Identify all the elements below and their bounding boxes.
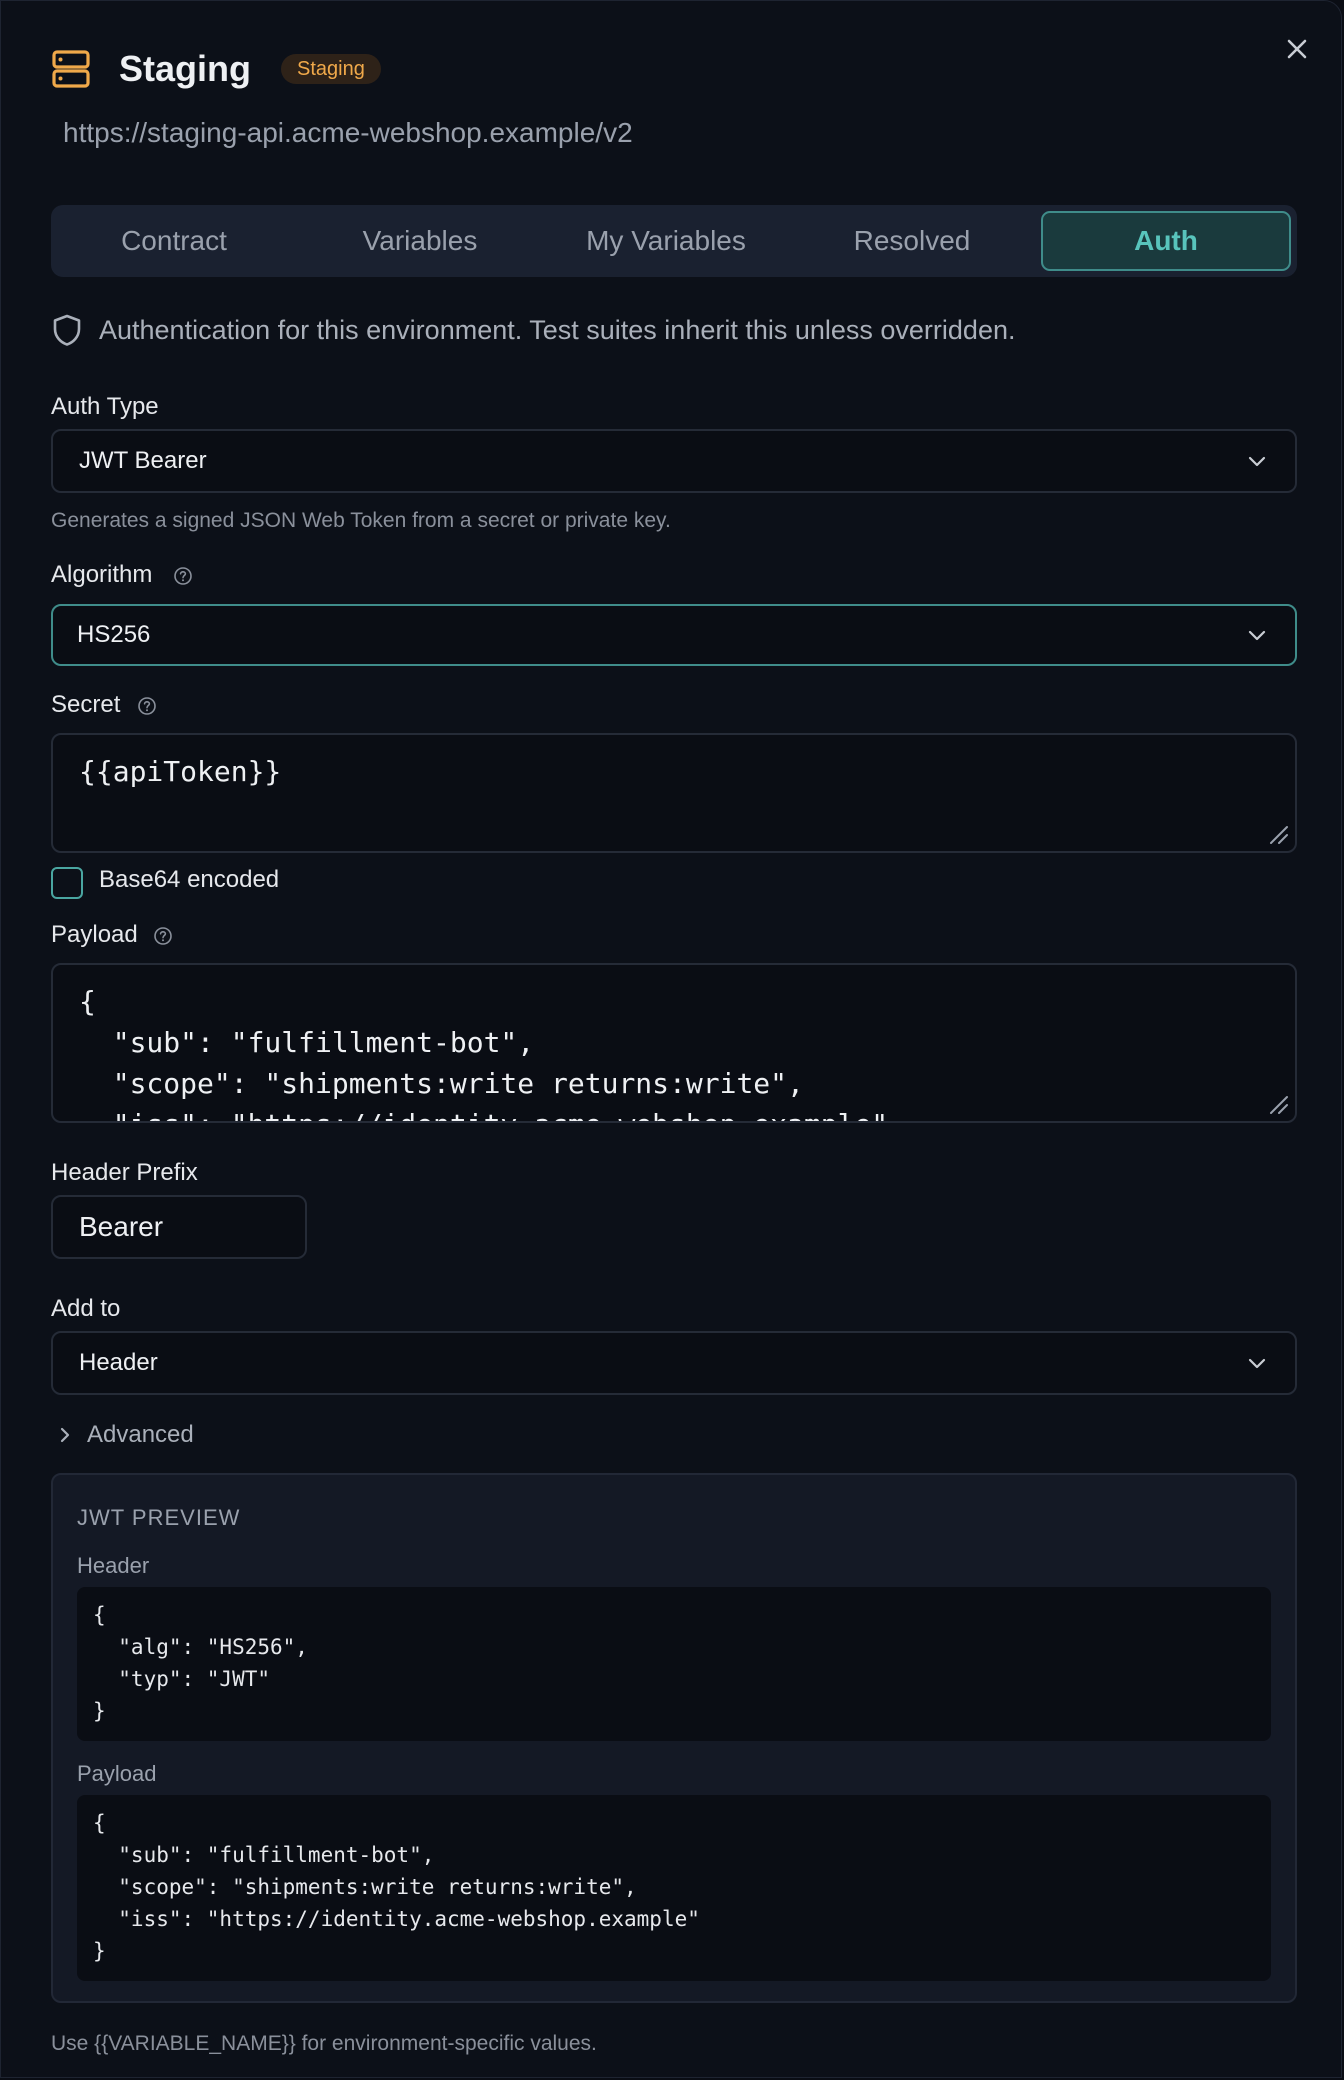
auth-type-hint: Generates a signed JSON Web Token from a…	[51, 509, 671, 532]
footer-hint: Use {{VARIABLE_NAME}} for environment-sp…	[51, 2032, 597, 2055]
preview-title: JWT PREVIEW	[77, 1505, 241, 1530]
payload-line: "sub": "fulfillment-bot",	[79, 1026, 535, 1059]
tab-auth[interactable]: Auth	[1041, 211, 1291, 271]
payload-line: "iss": "https://identity.acme-webshop.ex…	[79, 1104, 888, 1121]
code-line: {	[93, 1811, 106, 1835]
auth-type-value: JWT Bearer	[79, 447, 207, 474]
auth-type-select[interactable]: JWT Bearer	[51, 429, 1297, 493]
preview-payload-label: Payload	[77, 1761, 157, 1786]
preview-payload-code: { "sub": "fulfillment-bot", "scope": "sh…	[77, 1795, 1271, 1981]
code-line: }	[93, 1939, 106, 1963]
preview-header-content: { "alg": "HS256", "typ": "JWT" }	[93, 1599, 308, 1727]
environment-title: Staging	[119, 48, 251, 89]
secret-value: {{apiToken}}	[79, 755, 282, 788]
chevron-down-icon	[1248, 630, 1266, 641]
code-line: "iss": "https://identity.acme-webshop.ex…	[93, 1907, 700, 1931]
help-icon[interactable]	[173, 566, 193, 586]
resize-handle-icon[interactable]	[1267, 1093, 1289, 1115]
code-line: "typ": "JWT"	[93, 1667, 271, 1691]
payload-content: { "sub": "fulfillment-bot", "scope": "sh…	[79, 981, 888, 1121]
add-to-value: Header	[79, 1349, 158, 1376]
environment-badge: Staging	[281, 54, 381, 84]
header-prefix-value: Bearer	[79, 1211, 164, 1242]
environment-url: https://staging-api.acme-webshop.example…	[63, 117, 633, 148]
resize-handle-icon[interactable]	[1267, 823, 1289, 845]
advanced-toggle[interactable]: Advanced	[51, 1417, 251, 1453]
chevron-right-icon	[60, 1427, 70, 1443]
jwt-preview: JWT PREVIEW Header { "alg": "HS256", "ty…	[51, 1473, 1297, 2003]
payload-label: Payload	[51, 921, 138, 948]
tab-variables[interactable]: Variables	[303, 211, 537, 271]
close-icon[interactable]	[1279, 31, 1315, 67]
payload-textarea[interactable]: { "sub": "fulfillment-bot", "scope": "sh…	[51, 963, 1297, 1123]
chevron-down-icon	[1248, 456, 1266, 467]
code-line: "sub": "fulfillment-bot",	[93, 1843, 435, 1867]
tab-bar: Contract Variables My Variables Resolved…	[51, 205, 1297, 277]
secret-textarea[interactable]: {{apiToken}}	[51, 733, 1297, 853]
header-prefix-label: Header Prefix	[51, 1159, 198, 1186]
server-icon	[52, 50, 90, 88]
add-to-label: Add to	[51, 1295, 121, 1322]
tab-contract[interactable]: Contract	[57, 211, 291, 271]
header-prefix-input[interactable]: Bearer	[51, 1195, 307, 1259]
chevron-down-icon	[1248, 1358, 1266, 1369]
preview-payload-content: { "sub": "fulfillment-bot", "scope": "sh…	[93, 1807, 700, 1967]
base64-checkbox[interactable]	[51, 867, 83, 899]
payload-line: "scope": "shipments:write returns:write"…	[79, 1067, 804, 1100]
auth-type-label: Auth Type	[51, 393, 159, 420]
tab-my-variables[interactable]: My Variables	[549, 211, 783, 271]
algorithm-label: Algorithm	[51, 561, 153, 588]
auth-note: Authentication for this environment. Tes…	[99, 315, 1016, 345]
advanced-label: Advanced	[87, 1421, 194, 1448]
code-line: "scope": "shipments:write returns:write"…	[93, 1875, 637, 1899]
code-line: {	[93, 1603, 106, 1627]
secret-label: Secret	[51, 691, 121, 718]
base64-label[interactable]: Base64 encoded	[99, 864, 279, 896]
tab-resolved[interactable]: Resolved	[795, 211, 1029, 271]
preview-header-label: Header	[77, 1553, 150, 1578]
code-line: "alg": "HS256",	[93, 1635, 308, 1659]
algorithm-value: HS256	[77, 621, 151, 648]
environment-panel: Staging Staging https://staging-api.acme…	[0, 0, 1342, 2078]
preview-header-code: { "alg": "HS256", "typ": "JWT" }	[77, 1587, 1271, 1741]
help-icon[interactable]	[137, 696, 157, 716]
help-icon[interactable]	[153, 926, 173, 946]
shield-icon	[53, 314, 81, 346]
code-line: }	[93, 1699, 106, 1723]
algorithm-select[interactable]: HS256	[51, 604, 1297, 666]
add-to-select[interactable]: Header	[51, 1331, 1297, 1395]
payload-line: {	[79, 985, 96, 1018]
